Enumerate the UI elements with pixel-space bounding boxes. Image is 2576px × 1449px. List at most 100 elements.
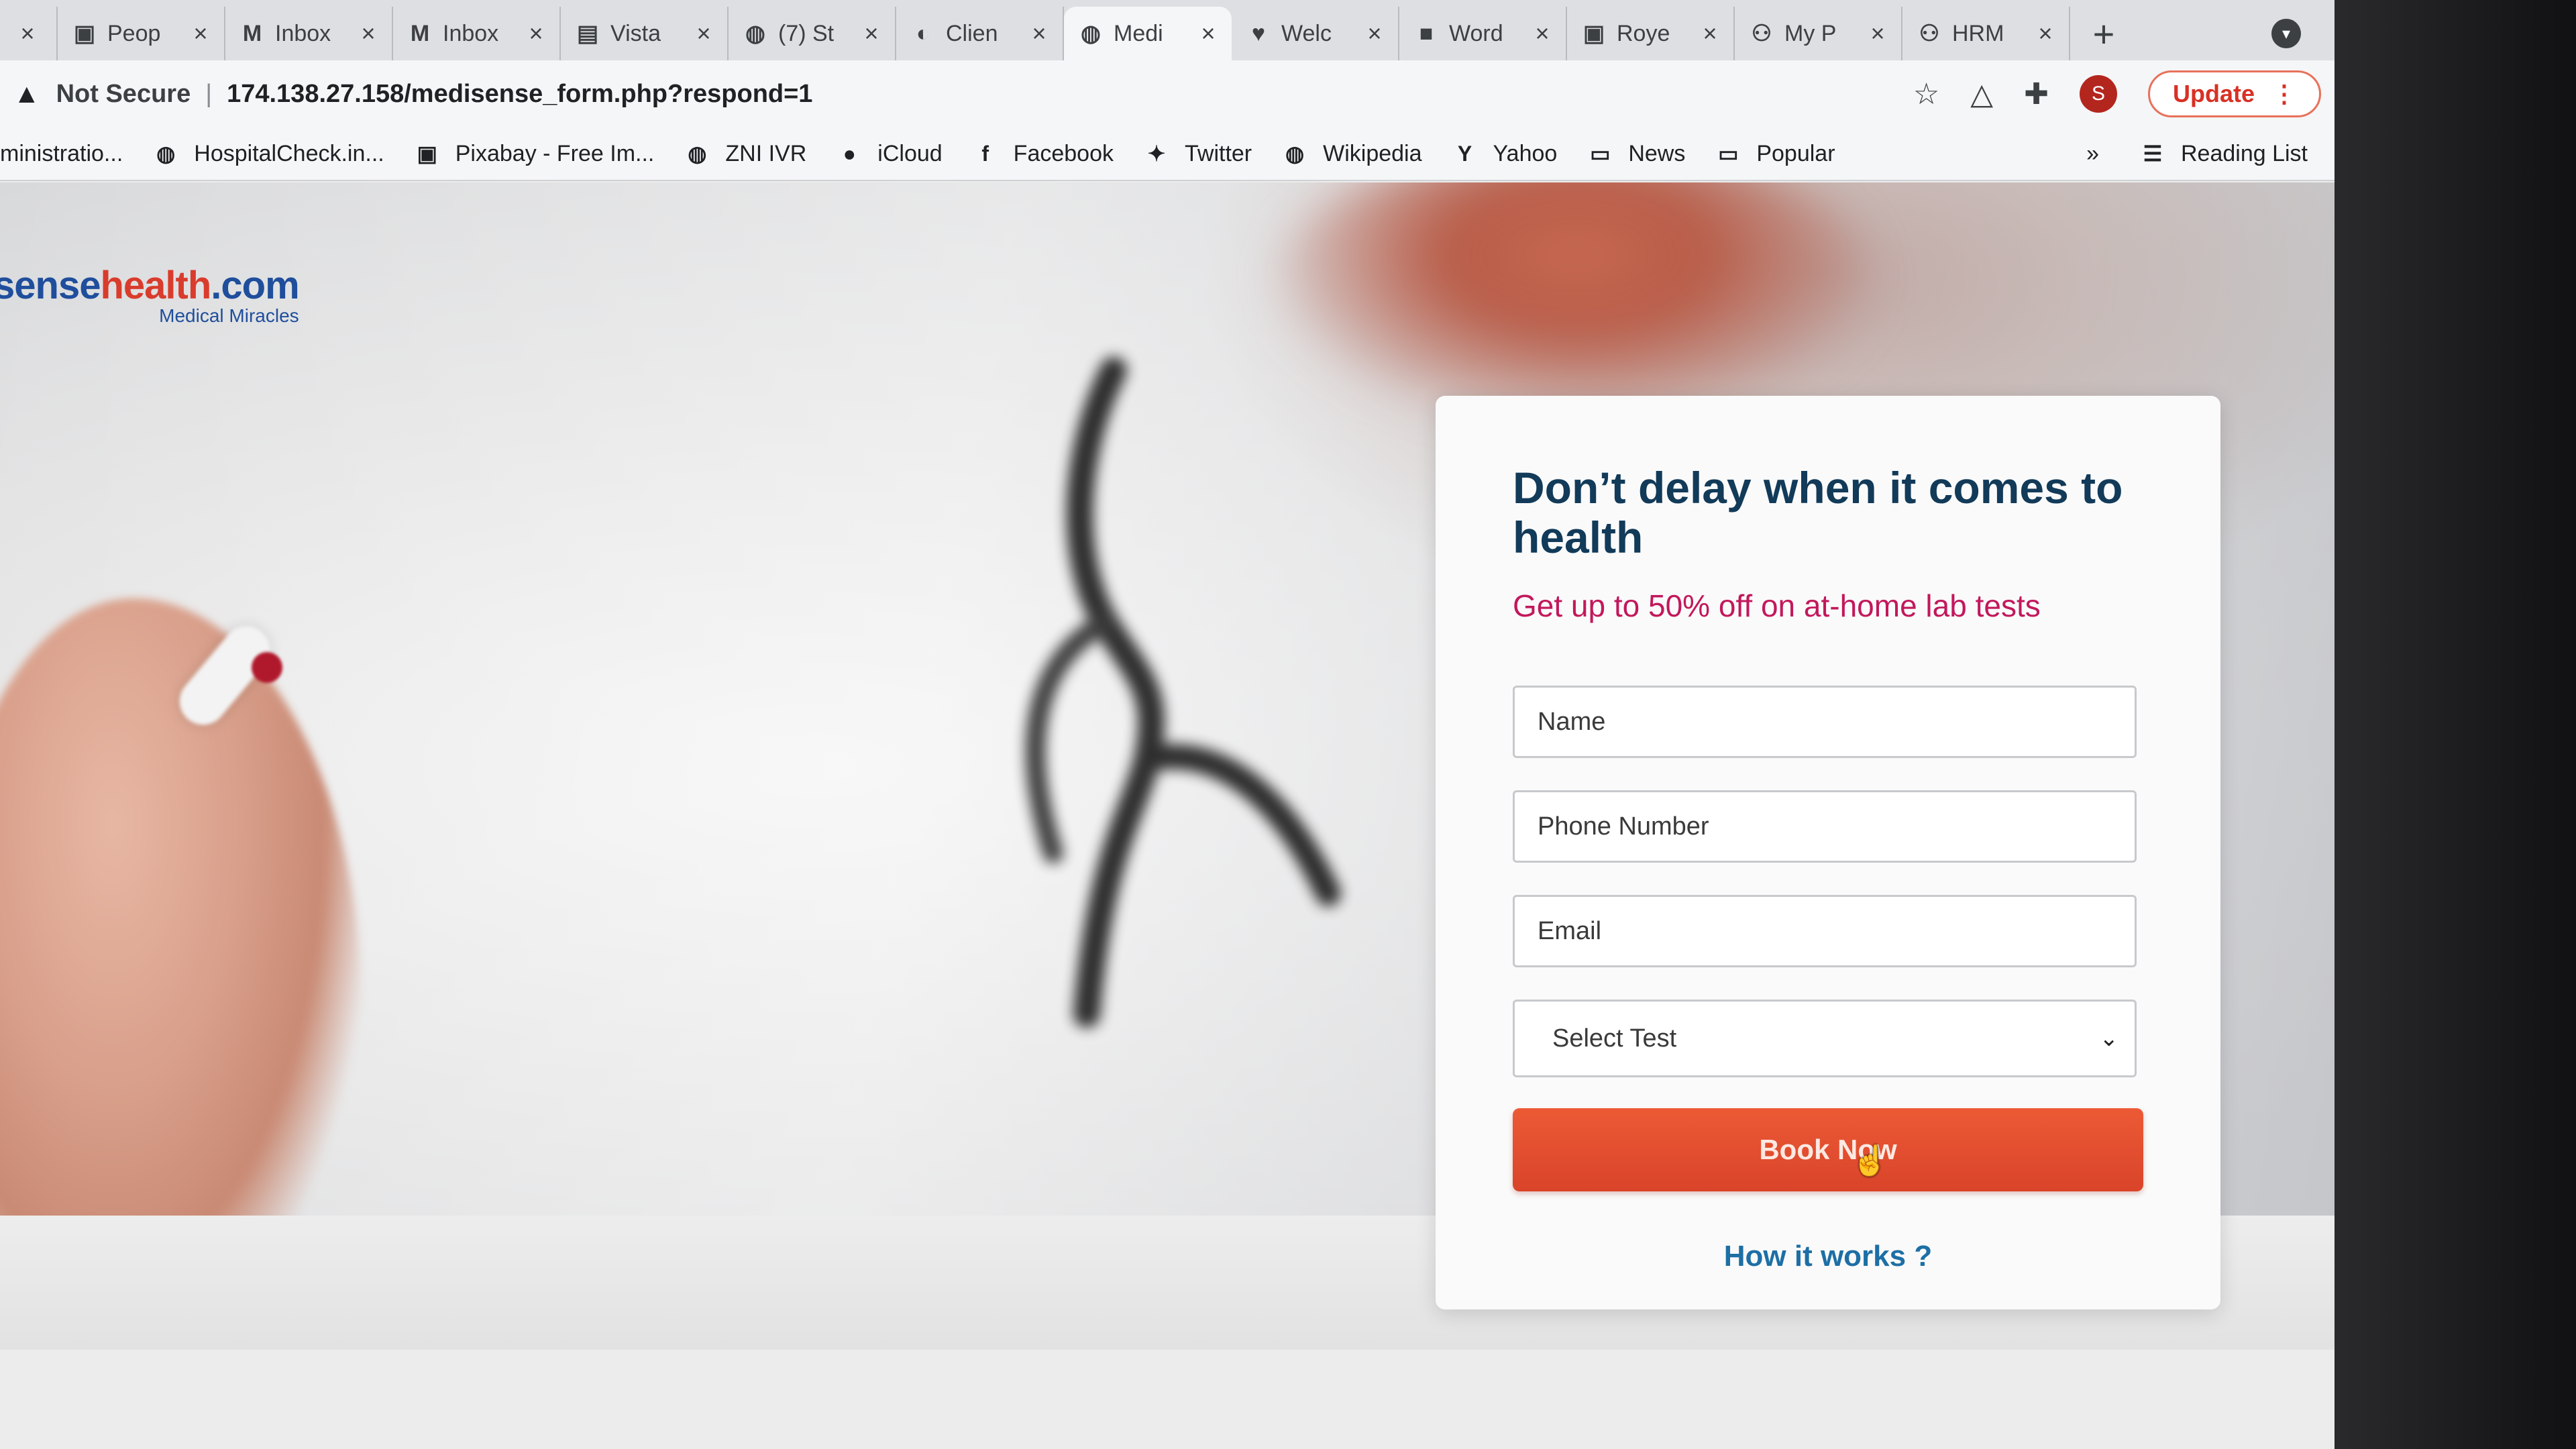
close-icon[interactable]: × (191, 19, 211, 48)
tab[interactable]: ■ Word × (1399, 7, 1567, 60)
apple-icon: ● (843, 141, 856, 166)
bookmark-label: News (1628, 140, 1686, 166)
security-label[interactable]: Not Secure (56, 80, 191, 109)
close-icon[interactable]: × (861, 19, 881, 48)
bookmark-label: ZNI IVR (725, 140, 807, 166)
gmail-icon: M (242, 20, 262, 46)
bookmark-item[interactable]: ▭ Popular (1715, 140, 1835, 167)
bookmark-star-icon[interactable]: ☆ (1913, 77, 1939, 111)
globe-icon: ◍ (156, 142, 176, 166)
close-icon[interactable]: × (1029, 19, 1049, 48)
extensions-puzzle-icon[interactable]: ✚ (2024, 77, 2049, 111)
tab-strip: × ▣ Peop × M Inbox × M Inbox × ▤ Vista × ◍ (7) St × ◐ Cli… (0, 0, 2334, 60)
site-logo[interactable]: sensehealth.com Medical Miracles (0, 263, 300, 327)
warning-icon[interactable]: ▲ (13, 79, 40, 109)
tab-search-icon[interactable]: ▾ (2271, 19, 2301, 48)
address-separator: | (205, 79, 213, 108)
test-select-value: Select Test (1552, 1024, 1677, 1053)
tab[interactable]: ⚇ HRM × (1902, 7, 2070, 60)
update-label: Update (2172, 80, 2255, 107)
globe-icon: ◍ (1081, 21, 1101, 46)
contacts-icon: ▣ (1582, 21, 1605, 46)
bookmark-label: Pixabay - Free Im... (455, 140, 655, 166)
bookmark-item[interactable]: ▭ News (1587, 140, 1685, 167)
tab-title: Inbox (275, 20, 331, 46)
bookmark-item[interactable]: f Facebook (972, 140, 1114, 167)
bookmark-label: Popular (1756, 140, 1835, 166)
tab[interactable]: ◐ Clien × (896, 7, 1064, 60)
book-now-button[interactable]: Book Now ☝ (1513, 1108, 2143, 1191)
bookmark-label: Facebook (1013, 140, 1114, 166)
bookmark-item[interactable]: Y Yahoo (1452, 140, 1557, 167)
bookmark-label: iCloud (877, 140, 943, 166)
client-icon: ◐ (916, 20, 930, 46)
name-input[interactable]: Name (1513, 686, 2137, 758)
bookmark-item[interactable]: ◍ HospitalCheck.in... (152, 140, 384, 167)
address-bar[interactable]: ▲ Not Secure | 174.138.27.158/medisense_… (13, 68, 1892, 119)
bookmark-item[interactable]: ministratio... (0, 141, 123, 167)
folder-icon: ▭ (1718, 142, 1739, 166)
tab-title: Roye (1617, 20, 1670, 46)
monitor-bezel (2334, 0, 2576, 1449)
drive-extension-icon[interactable]: △ (1970, 77, 1993, 111)
tab[interactable]: M Inbox × (225, 7, 393, 60)
profile-avatar[interactable]: S (2079, 75, 2117, 113)
bookmarks-overflow-icon[interactable]: » (2086, 141, 2099, 167)
tab[interactable]: ▣ Roye × (1567, 7, 1735, 60)
reading-list-button[interactable]: ☰ Reading List (2139, 140, 2308, 167)
gmail-icon: M (410, 20, 430, 46)
chevron-down-icon: ⌄ (2099, 1026, 2119, 1051)
close-icon[interactable]: × (1364, 19, 1385, 48)
tab-title: Inbox (443, 20, 499, 46)
address-toolbar: ▲ Not Secure | 174.138.27.158/medisense_… (0, 60, 2334, 127)
tab[interactable]: × (4, 7, 58, 60)
menu-kebab-icon[interactable]: ⋮ (2272, 80, 2296, 108)
tab[interactable]: ⚇ My P × (1735, 7, 1902, 60)
how-it-works-link[interactable]: How it works ? (1513, 1240, 2143, 1273)
folder-icon: ▭ (1590, 142, 1611, 166)
bookmark-item[interactable]: ✦ Twitter (1143, 140, 1252, 167)
word-icon: ■ (1419, 20, 1434, 46)
close-icon[interactable]: × (1198, 19, 1218, 48)
reading-list-label: Reading List (2180, 140, 2308, 166)
close-icon[interactable]: × (358, 19, 378, 48)
close-icon[interactable]: × (1700, 19, 1720, 48)
bookmark-item[interactable]: ◍ Wikipedia (1281, 140, 1421, 167)
email-input[interactable]: Email (1513, 895, 2137, 967)
tab[interactable]: ♥ Welc × (1232, 7, 1399, 60)
browser-window: × ▣ Peop × M Inbox × M Inbox × ▤ Vista × ◍ (7) St × ◐ Cli… (0, 0, 2334, 1449)
close-icon[interactable]: × (694, 19, 714, 48)
close-icon[interactable]: × (526, 19, 546, 48)
bookmark-item[interactable]: ▣ Pixabay - Free Im... (414, 140, 655, 167)
tab[interactable]: M Inbox × (393, 7, 561, 60)
url-text[interactable]: 174.138.27.158/medisense_form.php?respon… (227, 80, 812, 109)
test-select[interactable]: Select Test ⌄ (1513, 1000, 2137, 1077)
close-icon[interactable]: × (17, 19, 38, 48)
web-page: sensehealth.com Medical Miracles Don’t d… (0, 182, 2334, 1350)
bookmarks-right: » ☰ Reading List (2086, 140, 2334, 167)
new-tab-button[interactable]: + (2077, 7, 2131, 60)
heart-icon: ♥ (1251, 20, 1266, 46)
bookmark-item[interactable]: ● iCloud (836, 140, 943, 167)
bookmark-label: Wikipedia (1323, 140, 1422, 166)
marker-tip (252, 652, 282, 683)
tab-active[interactable]: ◍ Medi × (1064, 7, 1232, 60)
close-icon[interactable]: × (1868, 19, 1888, 48)
yahoo-icon: Y (1457, 141, 1472, 166)
tab[interactable]: ▤ Vista × (561, 7, 729, 60)
phone-input[interactable]: Phone Number (1513, 790, 2137, 863)
close-icon[interactable]: × (2035, 19, 2055, 48)
update-button[interactable]: Update ⋮ (2147, 70, 2321, 117)
booking-form-card: Don’t delay when it comes to health Get … (1436, 396, 2220, 1309)
tab-title: Peop (107, 20, 161, 46)
stethoscope-image (1025, 357, 1341, 1028)
close-icon[interactable]: × (1532, 19, 1552, 48)
toolbar-actions: ☆ △ ✚ S Update ⋮ (1913, 70, 2321, 117)
globe-icon: ◍ (745, 21, 765, 46)
tab[interactable]: ◍ (7) St × (729, 7, 896, 60)
tab[interactable]: ▣ Peop × (58, 7, 225, 60)
logo-wordmark: sensehealth.com (0, 263, 300, 308)
bookmark-item[interactable]: ◍ ZNI IVR (684, 140, 806, 167)
reading-list-icon: ☰ (2143, 142, 2163, 166)
bookmark-label: Twitter (1185, 140, 1252, 166)
